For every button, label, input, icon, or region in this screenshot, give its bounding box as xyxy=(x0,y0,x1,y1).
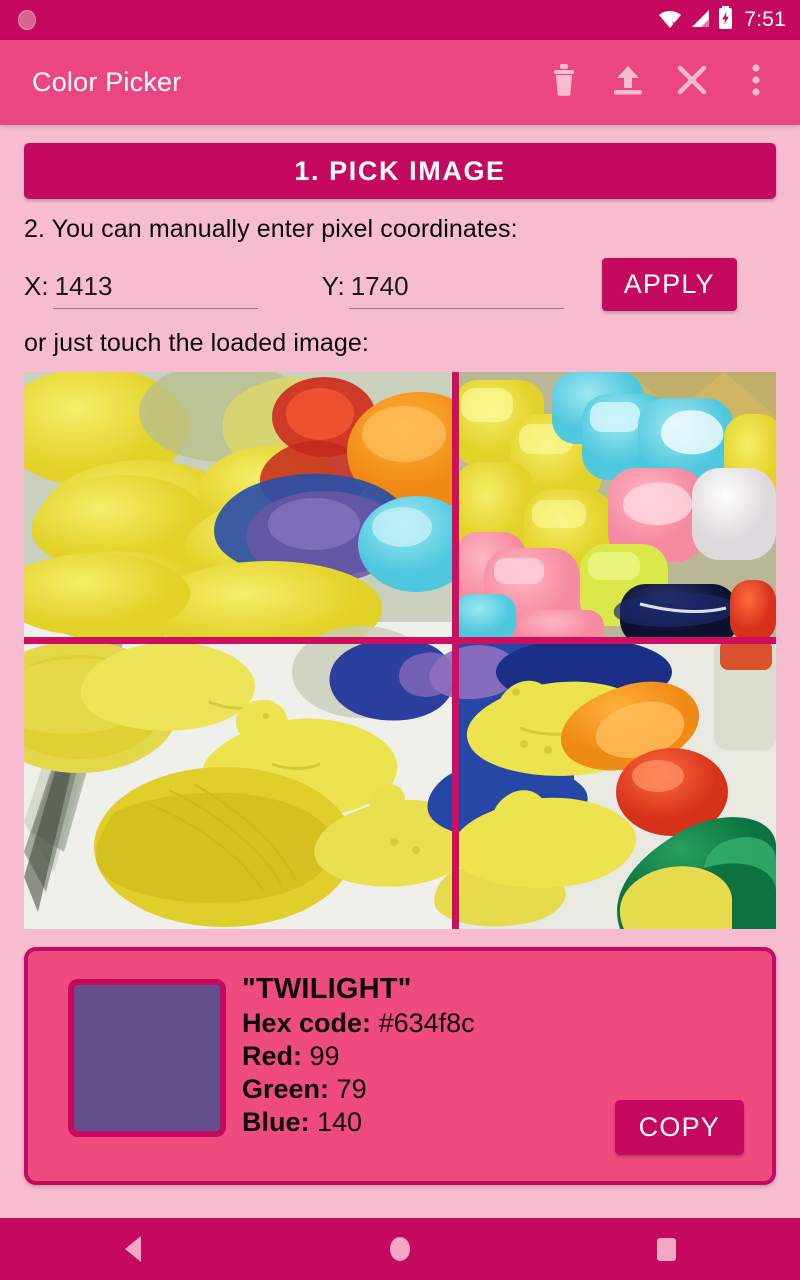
color-swatch-frame xyxy=(68,979,226,1137)
recents-icon xyxy=(657,1237,677,1261)
nav-recents-button[interactable] xyxy=(607,1218,727,1280)
nav-back-button[interactable] xyxy=(73,1218,193,1280)
crosshair-horizontal xyxy=(24,637,776,644)
status-bar: x 7:51 xyxy=(0,0,800,40)
app-bar-actions xyxy=(538,57,782,109)
notification-dot-icon xyxy=(18,10,36,30)
upload-button[interactable] xyxy=(602,57,654,109)
instruction-manual-coords: 2. You can manually enter pixel coordina… xyxy=(24,215,518,243)
svg-text:x: x xyxy=(672,19,677,29)
red-row: Red: 99 xyxy=(242,1041,475,1072)
main-content: 1. PICK IMAGE 2. You can manually enter … xyxy=(0,125,800,929)
close-button[interactable] xyxy=(666,57,718,109)
crosshair-vertical xyxy=(452,372,459,929)
upload-icon xyxy=(611,63,645,102)
copy-button[interactable]: COPY xyxy=(614,1100,744,1155)
back-icon xyxy=(125,1236,142,1262)
app-title: Color Picker xyxy=(32,67,182,97)
overflow-menu-button[interactable] xyxy=(730,57,782,109)
x-label: X: xyxy=(24,271,49,301)
delete-icon xyxy=(550,63,578,102)
red-value: 99 xyxy=(309,1041,340,1071)
overflow-menu-icon xyxy=(751,63,761,102)
blue-label: Blue: xyxy=(242,1107,310,1137)
green-label: Green: xyxy=(242,1074,330,1104)
nav-home-button[interactable] xyxy=(340,1218,460,1280)
x-field-group: X: xyxy=(24,271,258,309)
y-label: Y: xyxy=(321,271,345,301)
red-label: Red: xyxy=(242,1041,302,1071)
coordinate-row: X: Y: APPLY xyxy=(24,258,776,311)
blue-value: 140 xyxy=(317,1107,363,1137)
loaded-photo[interactable] xyxy=(24,372,776,929)
color-info: "TWILIGHT" Hex code: #634f8c Red: 99 Gre… xyxy=(242,971,475,1138)
pick-image-button[interactable]: 1. PICK IMAGE xyxy=(24,143,776,199)
color-swatch xyxy=(74,985,220,1131)
green-value: 79 xyxy=(336,1074,367,1104)
color-result-card: "TWILIGHT" Hex code: #634f8c Red: 99 Gre… xyxy=(24,947,776,1185)
status-clock: 7:51 xyxy=(744,8,786,31)
hex-value: #634f8c xyxy=(378,1008,475,1038)
hex-row: Hex code: #634f8c xyxy=(242,1008,475,1039)
signal-icon xyxy=(689,7,711,34)
photo-canvas xyxy=(24,372,776,929)
delete-button[interactable] xyxy=(538,57,590,109)
system-nav-bar xyxy=(0,1218,800,1280)
blue-row: Blue: 140 xyxy=(242,1107,475,1138)
home-icon xyxy=(389,1237,410,1261)
apply-button[interactable]: APPLY xyxy=(601,258,737,311)
status-left xyxy=(18,10,36,30)
green-row: Green: 79 xyxy=(242,1074,475,1105)
instruction-touch-image: or just touch the loaded image: xyxy=(24,329,369,357)
app-root: x 7:51 Color Picker 1. PICK IMAGE 2. You… xyxy=(0,0,800,1280)
color-name: "TWILIGHT" xyxy=(242,973,412,1005)
app-bar: Color Picker xyxy=(0,40,800,125)
status-right: x 7:51 xyxy=(658,5,786,35)
wifi-off-icon: x xyxy=(658,7,682,34)
y-input[interactable] xyxy=(348,271,564,309)
photo-illustration xyxy=(24,372,776,929)
battery-charging-icon xyxy=(718,5,733,35)
hex-label: Hex code: xyxy=(242,1008,372,1038)
close-icon xyxy=(675,63,709,102)
y-field-group: Y: xyxy=(322,271,564,309)
x-input[interactable] xyxy=(52,271,258,309)
